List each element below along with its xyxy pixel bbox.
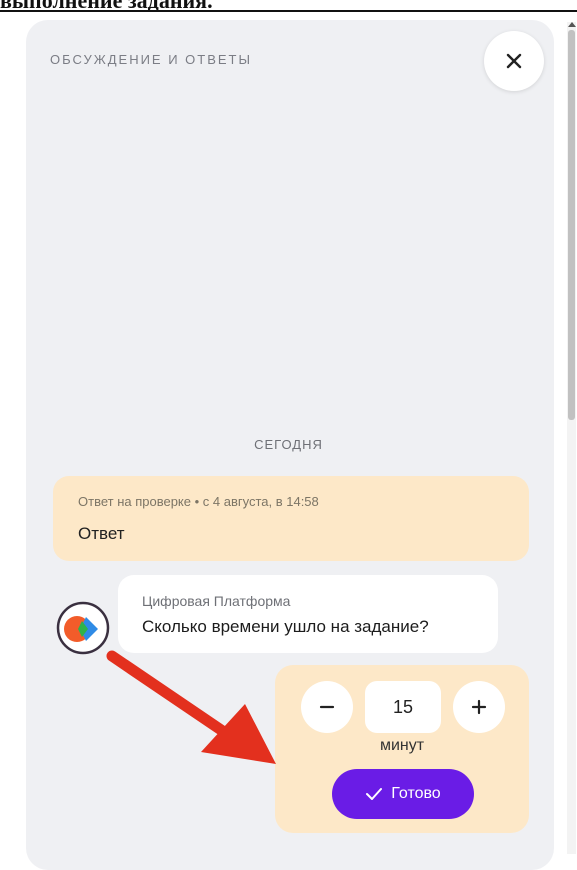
decrement-button[interactable] [301, 681, 353, 733]
message-author: Цифровая Платформа [142, 593, 291, 609]
minutes-input[interactable]: 15 [365, 681, 441, 733]
check-icon [365, 787, 383, 801]
heading-underline [0, 10, 577, 12]
scrollbar-thumb[interactable] [568, 30, 575, 420]
message-text: Сколько времени ушло на задание? [142, 617, 429, 636]
close-icon [506, 53, 522, 69]
platform-message: Цифровая Платформа Сколько времени ушло … [118, 575, 498, 653]
done-button[interactable]: Готово [332, 769, 474, 819]
minus-icon [319, 705, 335, 709]
time-reply-card: 15 минут Готово [275, 665, 529, 833]
answer-status: Ответ на проверке • с 4 августа, в 14:58 [78, 494, 319, 509]
minutes-unit-label: минут [379, 737, 425, 754]
increment-button[interactable] [453, 681, 505, 733]
scroll-up-icon[interactable] [568, 22, 576, 27]
annotation-arrow-icon [106, 650, 276, 764]
answer-bubble: Ответ на проверке • с 4 августа, в 14:58… [53, 476, 529, 561]
answer-text: Ответ [78, 524, 125, 543]
platform-avatar [56, 601, 110, 655]
done-button-label: Готово [391, 785, 441, 802]
close-button[interactable] [484, 31, 544, 91]
day-separator: СЕГОДНЯ [254, 437, 323, 452]
plus-icon [471, 699, 487, 715]
panel-title: ОБСУЖДЕНИЕ И ОТВЕТЫ [50, 52, 253, 67]
